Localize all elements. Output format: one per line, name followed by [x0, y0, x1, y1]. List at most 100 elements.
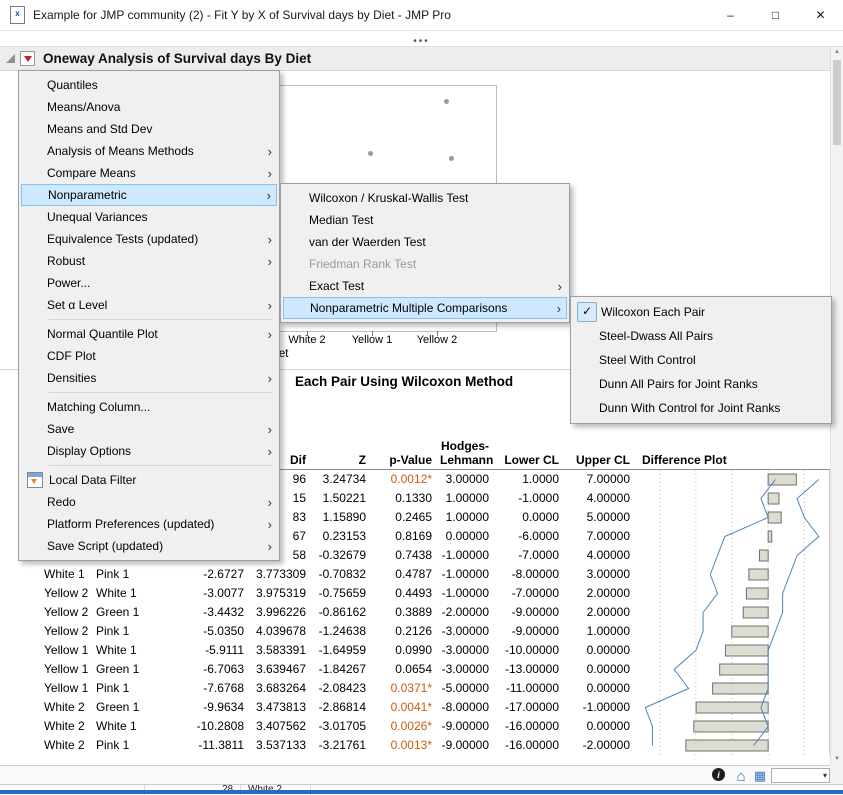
- table-cell: 1.00000: [445, 491, 489, 505]
- table-cell: 0.4787: [395, 567, 432, 581]
- menu-item-analysis-of-means-methods[interactable]: Analysis of Means Methods ›: [21, 140, 277, 162]
- menu-item-compare-means[interactable]: Compare Means ›: [21, 162, 277, 184]
- scroll-up-arrow-icon[interactable]: ▲: [831, 46, 843, 58]
- status-dropdown[interactable]: ▾: [771, 768, 830, 783]
- disclosure-triangle-icon[interactable]: [6, 54, 15, 63]
- table-cell: -1.84267: [318, 662, 366, 676]
- table-cell: -7.6768: [203, 681, 244, 695]
- nonparametric-submenu: Wilcoxon / Kruskal-Wallis Test Median Tes…: [280, 183, 570, 323]
- menu-item-normal-quantile-plot[interactable]: Normal Quantile Plot ›: [21, 323, 277, 345]
- menu-item-label: Quantiles: [47, 78, 98, 92]
- column-header-hodges-lehmann: Hodges- Lehmann: [436, 439, 493, 469]
- scroll-down-arrow-icon[interactable]: ▼: [831, 753, 843, 765]
- menu-item-nonparametric[interactable]: Nonparametric ›: [21, 184, 277, 206]
- difference-bar: [712, 682, 769, 695]
- table-cell: -9.9634: [203, 700, 244, 714]
- info-icon[interactable]: i: [712, 768, 725, 781]
- scatter-point: [444, 99, 449, 104]
- close-button[interactable]: ✕: [798, 0, 843, 30]
- menu-item-means-anova[interactable]: Means/Anova: [21, 96, 277, 118]
- submenu-arrow-icon: ›: [267, 143, 272, 159]
- minimize-button[interactable]: –: [708, 0, 753, 30]
- menu-item-platform-preferences-updated[interactable]: Platform Preferences (updated) ›: [21, 513, 277, 535]
- difference-bar: [745, 587, 769, 600]
- submenu-arrow-icon: ›: [267, 231, 272, 247]
- x-tick-label: Yellow 2: [416, 334, 458, 346]
- menu-item-median-test[interactable]: Median Test: [283, 209, 567, 231]
- menu-item-matching-column[interactable]: Matching Column...: [21, 396, 277, 418]
- table-cell: Yellow 2: [44, 624, 89, 638]
- table-cell: -13.00000: [504, 662, 559, 676]
- table-cell: -1.24638: [318, 624, 366, 638]
- table-cell: -5.0350: [203, 624, 244, 638]
- menu-item-cdf-plot[interactable]: CDF Plot: [21, 345, 277, 367]
- menu-item-quantiles[interactable]: Quantiles: [21, 74, 277, 96]
- maximize-button[interactable]: □: [753, 0, 798, 30]
- table-cell: 0.2126: [395, 624, 432, 638]
- difference-plot: [634, 470, 830, 755]
- menu-item-dunn-with-control-for-joint-ranks[interactable]: Dunn With Control for Joint Ranks: [573, 396, 829, 420]
- red-triangle-menu-button[interactable]: [20, 51, 35, 66]
- menu-item-label: Friedman Rank Test: [309, 257, 417, 271]
- scrollbar-corner: [830, 765, 843, 784]
- table-cell: White 1: [96, 643, 137, 657]
- menu-item-means-and-std-dev[interactable]: Means and Std Dev: [21, 118, 277, 140]
- difference-bar: [695, 701, 769, 714]
- table-cell: 0.0026*: [390, 719, 432, 733]
- toolbar-collapse-handle[interactable]: •••: [413, 36, 430, 47]
- table-cell: 3.00000: [586, 567, 630, 581]
- menu-item-local-data-filter[interactable]: Local Data Filter: [21, 469, 277, 491]
- menu-item-steel-dwass-all-pairs[interactable]: Steel-Dwass All Pairs: [573, 324, 829, 348]
- menu-item-label: Wilcoxon Each Pair: [601, 305, 706, 319]
- status-bar: i ⌂ ▦ ▾: [0, 765, 830, 785]
- table-cell: 0.00000: [586, 681, 630, 695]
- table-cell: 0.0990: [395, 643, 432, 657]
- difference-bar: [685, 739, 769, 752]
- menu-item-equivalence-tests-updated[interactable]: Equivalence Tests (updated) ›: [21, 228, 277, 250]
- submenu-arrow-icon: ›: [267, 421, 272, 437]
- menu-item-power[interactable]: Power...: [21, 272, 277, 294]
- menu-item-save[interactable]: Save ›: [21, 418, 277, 440]
- difference-bar: [767, 511, 782, 524]
- menu-item-steel-with-control[interactable]: Steel With Control: [573, 348, 829, 372]
- menu-item-redo[interactable]: Redo ›: [21, 491, 277, 513]
- table-cell: 0.23153: [322, 529, 366, 543]
- menu-item-save-script-updated[interactable]: Save Script (updated) ›: [21, 535, 277, 557]
- submenu-arrow-icon: ›: [267, 516, 272, 532]
- table-cell: -6.7063: [203, 662, 244, 676]
- table-cell: 3.639467: [255, 662, 306, 676]
- table-cell: 0.2465: [395, 510, 432, 524]
- table-cell: White 2: [44, 719, 85, 733]
- table-cell: White 2: [44, 700, 85, 714]
- difference-bar: [767, 530, 773, 543]
- menu-item-dunn-all-pairs-for-joint-ranks[interactable]: Dunn All Pairs for Joint Ranks: [573, 372, 829, 396]
- menu-item-van-der-waerden-test[interactable]: van der Waerden Test: [283, 231, 567, 253]
- scrollbar-thumb[interactable]: [833, 60, 841, 145]
- home-icon[interactable]: ⌂: [733, 768, 749, 785]
- table-cell: 0.0000: [522, 510, 559, 524]
- menu-item-densities[interactable]: Densities ›: [21, 367, 277, 389]
- menu-item-label: Dunn With Control for Joint Ranks: [599, 401, 781, 415]
- table-cell: 3.996226: [255, 605, 306, 619]
- difference-bar: [693, 720, 769, 733]
- menu-item-label: Local Data Filter: [49, 473, 137, 487]
- submenu-arrow-icon: ›: [267, 253, 272, 269]
- menu-item-exact-test[interactable]: Exact Test ›: [283, 275, 567, 297]
- menu-item-nonparametric-multiple-comparisons[interactable]: Nonparametric Multiple Comparisons ›: [283, 297, 567, 319]
- menu-item-label: Save Script (updated): [47, 539, 164, 553]
- grid-icon[interactable]: ▦: [752, 768, 768, 784]
- menu-item-display-options[interactable]: Display Options ›: [21, 440, 277, 462]
- table-cell: Pink 1: [96, 567, 130, 581]
- menu-item-wilcoxon-kruskal-wallis-test[interactable]: Wilcoxon / Kruskal-Wallis Test: [283, 187, 567, 209]
- window-titlebar: x Example for JMP community (2) - Fit Y …: [0, 0, 843, 31]
- table-cell: Yellow 2: [44, 605, 89, 619]
- table-cell: -1.00000: [441, 586, 489, 600]
- menu-separator: [49, 319, 273, 320]
- menu-item-robust[interactable]: Robust ›: [21, 250, 277, 272]
- table-cell: 3.24734: [322, 472, 366, 486]
- menu-item-wilcoxon-each-pair[interactable]: ✓ Wilcoxon Each Pair: [573, 300, 829, 324]
- table-cell: -3.21761: [318, 738, 366, 752]
- menu-item-set-level[interactable]: Set α Level ›: [21, 294, 277, 316]
- menu-item-unequal-variances[interactable]: Unequal Variances: [21, 206, 277, 228]
- table-cell: -7.0000: [518, 548, 559, 562]
